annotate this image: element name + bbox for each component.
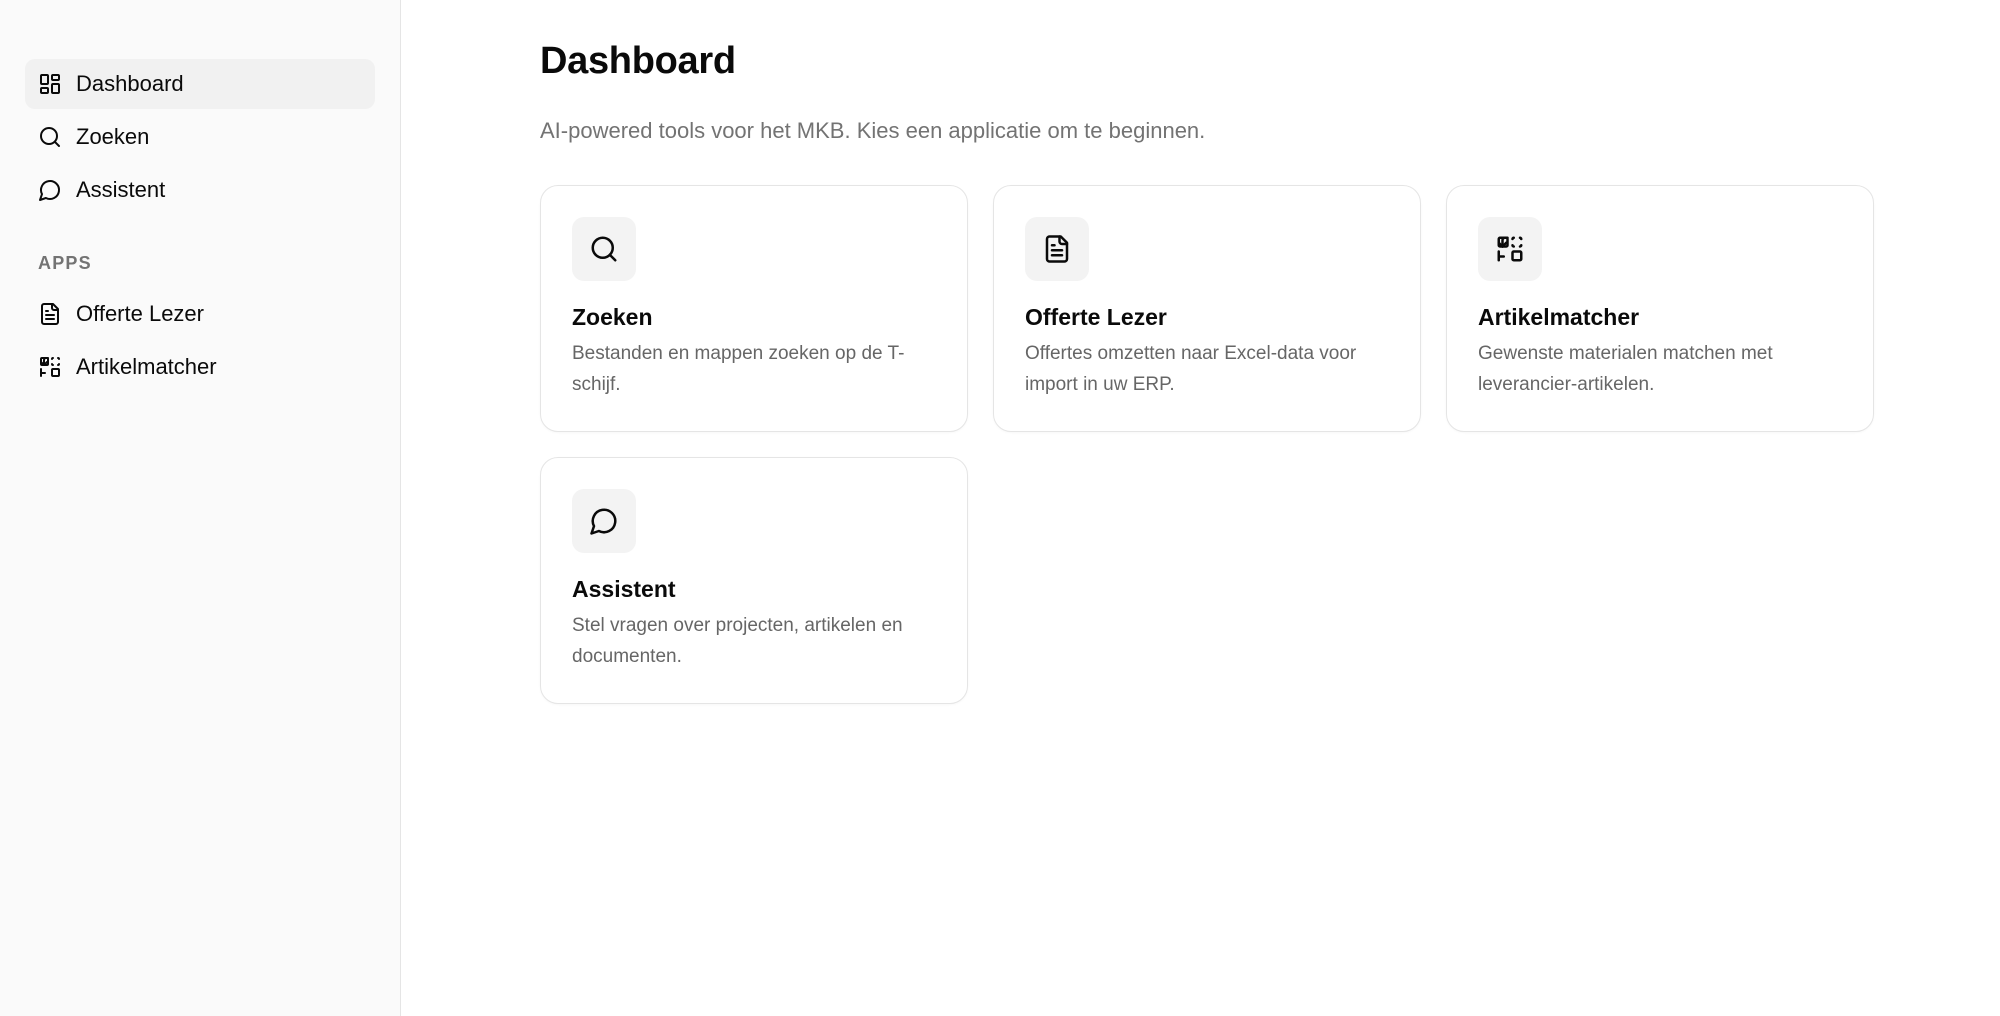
page-subtitle: AI-powered tools voor het MKB. Kies een … <box>540 118 1206 143</box>
app-card-offerte-lezer[interactable]: Offerte Lezer Offertes omzetten naar Exc… <box>993 185 1421 432</box>
sidebar-item-label: Zoeken <box>76 124 150 149</box>
main-content: Dashboard AI-powered tools voor het MKB.… <box>401 0 2000 1016</box>
match-icon <box>1478 217 1542 281</box>
app-card-zoeken[interactable]: Zoeken Bestanden en mappen zoeken op de … <box>540 185 968 432</box>
sidebar-item-label: Offerte Lezer <box>76 301 204 326</box>
sidebar-item-assistent[interactable]: Assistent <box>25 165 375 215</box>
search-icon <box>38 125 62 149</box>
card-description: Stel vragen over projecten, artikelen en… <box>572 615 903 667</box>
card-description: Gewenste materialen matchen met leveranc… <box>1478 343 1773 395</box>
sidebar-item-dashboard[interactable]: Dashboard <box>25 59 375 109</box>
card-title: Artikelmatcher <box>1478 304 1640 330</box>
card-title: Zoeken <box>572 304 653 330</box>
app-root: Dashboard Zoeken Assistent APPS Offerte … <box>0 0 2000 1016</box>
app-card-artikelmatcher[interactable]: Artikelmatcher Gewenste materialen match… <box>1446 185 1874 432</box>
card-title: Assistent <box>572 576 676 602</box>
sidebar-section-apps: APPS <box>38 253 92 273</box>
card-description: Offertes omzetten naar Excel-data voor i… <box>1025 343 1357 395</box>
sidebar-item-artikelmatcher[interactable]: Artikelmatcher <box>25 342 375 392</box>
sidebar-item-label: Dashboard <box>76 71 184 96</box>
chat-icon <box>572 489 636 553</box>
sidebar-item-zoeken[interactable]: Zoeken <box>25 112 375 162</box>
card-title: Offerte Lezer <box>1025 304 1167 330</box>
app-card-assistent[interactable]: Assistent Stel vragen over projecten, ar… <box>540 457 968 704</box>
document-icon <box>1025 217 1089 281</box>
sidebar: Dashboard Zoeken Assistent APPS Offerte … <box>0 0 401 1016</box>
sidebar-item-label: Artikelmatcher <box>76 354 217 379</box>
sidebar-item-offerte-lezer[interactable]: Offerte Lezer <box>25 289 375 339</box>
search-icon <box>572 217 636 281</box>
app-cards-grid: Zoeken Bestanden en mappen zoeken op de … <box>540 185 2000 704</box>
card-description: Bestanden en mappen zoeken op de T-schij… <box>572 343 905 395</box>
chat-icon <box>38 178 62 202</box>
page-title: Dashboard <box>540 40 736 82</box>
match-icon <box>38 355 62 379</box>
document-icon <box>38 302 62 326</box>
sidebar-item-label: Assistent <box>76 177 166 202</box>
dashboard-icon <box>38 72 62 96</box>
